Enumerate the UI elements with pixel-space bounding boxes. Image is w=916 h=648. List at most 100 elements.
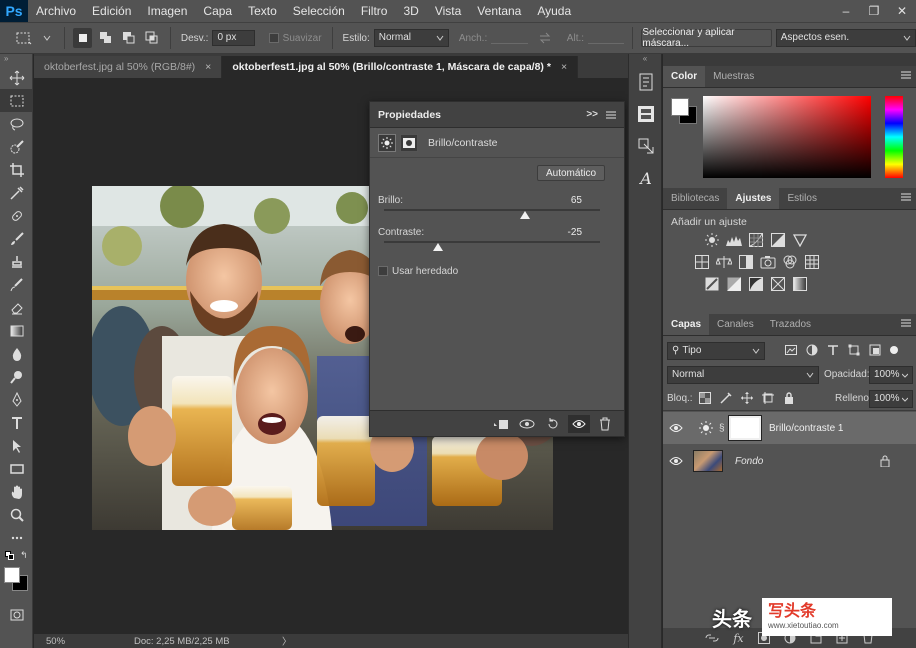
trash-icon[interactable] bbox=[594, 415, 616, 433]
foreground-color-swatch[interactable] bbox=[671, 98, 689, 116]
menu-seleccion[interactable]: Selección bbox=[285, 0, 353, 22]
dodge-tool-icon[interactable] bbox=[0, 365, 33, 388]
tab-libraries[interactable]: Bibliotecas bbox=[663, 188, 727, 209]
menu-imagen[interactable]: Imagen bbox=[139, 0, 195, 22]
lasso-tool-icon[interactable] bbox=[0, 112, 33, 135]
tab-oktoberfest1[interactable]: oktoberfest1.jpg al 50% (Brillo/contrast… bbox=[222, 56, 579, 78]
marquee-tool-icon[interactable] bbox=[0, 89, 33, 112]
menu-capa[interactable]: Capa bbox=[195, 0, 240, 22]
eyedropper-tool-icon[interactable] bbox=[0, 181, 33, 204]
clone-stamp-tool-icon[interactable] bbox=[0, 250, 33, 273]
fill-input[interactable]: 100% bbox=[869, 390, 913, 408]
quick-mask-icon[interactable] bbox=[0, 603, 33, 626]
panel-menu-icon[interactable] bbox=[901, 71, 911, 79]
tab-color[interactable]: Color bbox=[663, 66, 706, 87]
rectangle-tool-icon[interactable] bbox=[0, 457, 33, 480]
channel-mixer-icon[interactable] bbox=[781, 254, 799, 270]
crop-tool-icon[interactable] bbox=[0, 158, 33, 181]
collapse-arrows-icon[interactable]: » bbox=[0, 54, 32, 66]
pen-tool-icon[interactable] bbox=[0, 388, 33, 411]
smart-object-filter-icon[interactable] bbox=[869, 344, 881, 356]
character-panel-icon[interactable]: A bbox=[629, 162, 663, 194]
brightness-slider-thumb[interactable] bbox=[520, 211, 531, 219]
visibility-eye-icon[interactable] bbox=[568, 414, 590, 433]
menu-vista[interactable]: Vista bbox=[427, 0, 469, 22]
contrast-value[interactable]: -25 bbox=[552, 227, 582, 238]
panel-collapse-bar[interactable] bbox=[663, 54, 916, 66]
threshold-icon[interactable] bbox=[747, 276, 765, 292]
shape-filter-icon[interactable] bbox=[848, 344, 860, 356]
foreground-color-swatch[interactable] bbox=[4, 567, 20, 583]
style-select[interactable]: Normal bbox=[373, 29, 449, 47]
layer-row-background[interactable]: Fondo bbox=[663, 445, 916, 477]
curves-icon[interactable] bbox=[747, 232, 765, 248]
color-swatches[interactable] bbox=[0, 565, 32, 595]
visibility-eye-icon[interactable] bbox=[663, 423, 689, 433]
quick-selection-tool-icon[interactable] bbox=[0, 135, 33, 158]
lock-position-icon[interactable] bbox=[741, 392, 753, 404]
chevron-down-icon[interactable] bbox=[37, 28, 56, 48]
hue-saturation-icon[interactable] bbox=[693, 254, 711, 270]
close-icon[interactable]: × bbox=[561, 61, 567, 73]
move-tool-icon[interactable] bbox=[0, 66, 33, 89]
swap-icon[interactable] bbox=[536, 28, 555, 48]
contrast-slider-track[interactable] bbox=[384, 241, 600, 243]
type-filter-icon[interactable] bbox=[827, 344, 839, 356]
chain-link-icon[interactable]: § bbox=[719, 423, 729, 434]
contrast-slider-thumb[interactable] bbox=[433, 243, 443, 251]
exposure-icon[interactable] bbox=[769, 232, 787, 248]
color-balance-icon[interactable] bbox=[715, 254, 733, 270]
add-selection-icon[interactable] bbox=[96, 28, 115, 48]
intersect-selection-icon[interactable] bbox=[143, 28, 162, 48]
view-previous-state-icon[interactable] bbox=[516, 415, 538, 433]
adjustment-filter-icon[interactable] bbox=[806, 344, 818, 356]
subtract-selection-icon[interactable] bbox=[120, 28, 139, 48]
more-tools-icon[interactable] bbox=[0, 526, 33, 549]
zoom-tool-icon[interactable] bbox=[0, 503, 33, 526]
layer-name[interactable]: Fondo bbox=[735, 456, 763, 467]
lock-pixels-icon[interactable] bbox=[720, 392, 732, 404]
select-and-mask-button[interactable]: Seleccionar y aplicar máscara... bbox=[641, 27, 772, 49]
lock-all-icon[interactable] bbox=[783, 392, 795, 404]
pixel-filter-icon[interactable] bbox=[785, 344, 797, 356]
blur-tool-icon[interactable] bbox=[0, 342, 33, 365]
legacy-checkbox[interactable] bbox=[378, 266, 388, 276]
healing-brush-tool-icon[interactable] bbox=[0, 204, 33, 227]
brightness-slider-track[interactable] bbox=[384, 209, 600, 211]
blend-mode-select[interactable]: Normal bbox=[667, 366, 819, 384]
tab-adjustments[interactable]: Ajustes bbox=[727, 188, 780, 209]
brightness-icon[interactable] bbox=[378, 133, 396, 152]
opacity-input[interactable]: 100% bbox=[869, 366, 913, 384]
marquee-preset-icon[interactable] bbox=[14, 28, 33, 48]
menu-texto[interactable]: Texto bbox=[240, 0, 285, 22]
history-brush-tool-icon[interactable] bbox=[0, 273, 33, 296]
invert-icon[interactable] bbox=[703, 276, 721, 292]
filter-toggle-icon[interactable] bbox=[890, 346, 898, 354]
color-field[interactable] bbox=[703, 96, 871, 178]
zoom-level[interactable]: 50% bbox=[46, 636, 86, 647]
new-selection-icon[interactable] bbox=[73, 28, 93, 48]
tab-styles[interactable]: Estilos bbox=[779, 188, 824, 209]
panel-menu-icon[interactable] bbox=[901, 319, 911, 327]
width-input[interactable] bbox=[491, 42, 528, 44]
gradient-tool-icon[interactable] bbox=[0, 319, 33, 342]
visibility-eye-icon[interactable] bbox=[663, 456, 689, 466]
black-white-icon[interactable] bbox=[737, 254, 755, 270]
tab-oktoberfest[interactable]: oktoberfest.jpg al 50% (RGB/8#) × bbox=[34, 56, 223, 78]
posterize-icon[interactable] bbox=[725, 276, 743, 292]
type-tool-icon[interactable] bbox=[0, 411, 33, 434]
tab-paths[interactable]: Trazados bbox=[762, 314, 819, 335]
collapse-arrows-icon[interactable]: « bbox=[629, 54, 661, 66]
hand-tool-icon[interactable] bbox=[0, 480, 33, 503]
menu-archivo[interactable]: Archivo bbox=[28, 0, 84, 22]
layer-filter-select[interactable]: ⚲ Tipo bbox=[667, 342, 765, 360]
color-lookup-icon[interactable] bbox=[803, 254, 821, 270]
menu-3d[interactable]: 3D bbox=[395, 0, 426, 22]
lock-artboard-icon[interactable] bbox=[762, 392, 774, 404]
menu-ayuda[interactable]: Ayuda bbox=[529, 0, 579, 22]
brush-tool-icon[interactable] bbox=[0, 227, 33, 250]
height-input[interactable] bbox=[588, 42, 625, 44]
levels-icon[interactable] bbox=[725, 232, 743, 248]
path-selection-tool-icon[interactable] bbox=[0, 434, 33, 457]
restore-button[interactable]: ❐ bbox=[860, 0, 888, 22]
